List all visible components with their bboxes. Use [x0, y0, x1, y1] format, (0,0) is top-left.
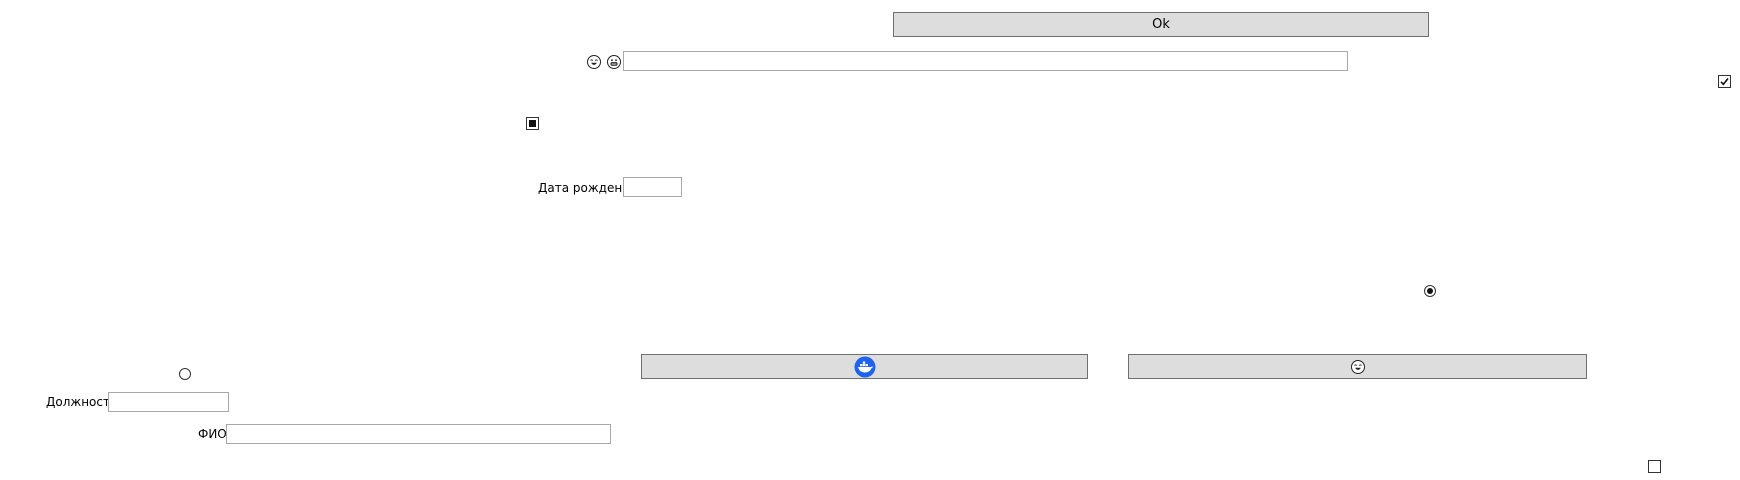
checkbox-indeterminate[interactable]	[526, 117, 539, 130]
check-icon	[1720, 78, 1729, 86]
ok-button-label: Ok	[1152, 17, 1170, 32]
birth-date-field[interactable]	[623, 177, 682, 197]
full-name-field[interactable]	[226, 424, 611, 444]
full-name-label: ФИО	[198, 427, 227, 441]
top-text-field[interactable]	[623, 51, 1348, 71]
radio-right[interactable]	[1424, 285, 1436, 297]
radio-left[interactable]	[179, 368, 191, 380]
grinning-face-icon	[607, 55, 621, 69]
docker-button[interactable]	[641, 354, 1088, 379]
laughing-face-button[interactable]	[1128, 354, 1587, 379]
checkbox-bottom-right[interactable]	[1648, 460, 1661, 473]
laughing-face-icon	[587, 55, 601, 69]
laughing-face-icon	[1350, 359, 1365, 374]
ok-button[interactable]: Ok	[893, 12, 1429, 37]
docker-whale-icon	[854, 356, 875, 377]
indeterminate-mark-icon	[529, 120, 536, 127]
position-label: Должность	[46, 395, 118, 409]
position-field[interactable]	[108, 392, 229, 412]
checkbox-top-right[interactable]	[1718, 75, 1731, 88]
radio-dot-icon	[1427, 288, 1433, 294]
